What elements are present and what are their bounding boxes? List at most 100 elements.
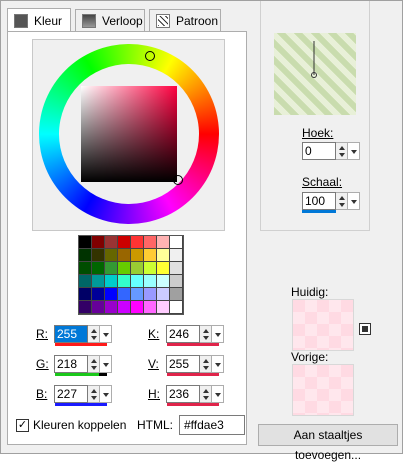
palette-swatch[interactable] xyxy=(170,275,183,288)
palette-swatch[interactable] xyxy=(131,236,144,249)
palette-swatch[interactable] xyxy=(79,262,92,275)
palette-swatch[interactable] xyxy=(118,236,131,249)
v-stepper[interactable] xyxy=(200,355,212,373)
palette-swatch[interactable] xyxy=(105,262,118,275)
palette-swatch[interactable] xyxy=(157,236,170,249)
palette-swatch[interactable] xyxy=(157,262,170,275)
schaal-spinner[interactable]: 100 xyxy=(302,192,360,210)
palette-swatch[interactable] xyxy=(92,236,105,249)
pattern-preview xyxy=(274,33,356,115)
v-value[interactable]: 255 xyxy=(166,355,200,373)
palette-swatch[interactable] xyxy=(92,249,105,262)
palette-swatch[interactable] xyxy=(144,288,157,301)
palette-swatch[interactable] xyxy=(170,301,183,314)
k-label: K: xyxy=(148,327,160,341)
palette-swatch[interactable] xyxy=(131,288,144,301)
html-input[interactable]: #ffdae3 xyxy=(179,415,245,435)
palette-swatch[interactable] xyxy=(79,301,92,314)
palette-swatch[interactable] xyxy=(157,275,170,288)
blue-spinner[interactable]: 227 xyxy=(54,385,112,403)
add-to-swatches-button[interactable]: Aan staaltjes toevoegen... xyxy=(258,424,398,462)
palette-swatch[interactable] xyxy=(118,275,131,288)
h-spinner[interactable]: 236 xyxy=(166,385,224,403)
palette-swatch[interactable] xyxy=(118,301,131,314)
palette-swatch[interactable] xyxy=(131,262,144,275)
palette-swatch[interactable] xyxy=(92,301,105,314)
palette-swatch[interactable] xyxy=(118,262,131,275)
hue-marker[interactable] xyxy=(145,51,155,61)
palette-swatch[interactable] xyxy=(131,249,144,262)
blue-stepper[interactable] xyxy=(88,385,100,403)
palette-swatch[interactable] xyxy=(157,288,170,301)
palette-swatch[interactable] xyxy=(79,249,92,262)
h-stepper[interactable] xyxy=(200,385,212,403)
color-palette[interactable] xyxy=(78,235,184,315)
swap-icon[interactable] xyxy=(359,323,371,335)
palette-swatch[interactable] xyxy=(157,249,170,262)
palette-swatch[interactable] xyxy=(92,262,105,275)
k-spinner[interactable]: 246 xyxy=(166,325,224,343)
palette-swatch[interactable] xyxy=(157,301,170,314)
palette-swatch[interactable] xyxy=(118,249,131,262)
palette-swatch[interactable] xyxy=(105,236,118,249)
palette-swatch[interactable] xyxy=(170,288,183,301)
green-spinner[interactable]: 218 xyxy=(54,355,112,373)
palette-swatch[interactable] xyxy=(79,275,92,288)
schaal-value[interactable]: 100 xyxy=(302,192,336,210)
palette-swatch[interactable] xyxy=(105,275,118,288)
palette-swatch[interactable] xyxy=(92,288,105,301)
palette-swatch[interactable] xyxy=(131,275,144,288)
schaal-dropdown[interactable] xyxy=(348,192,360,210)
palette-swatch[interactable] xyxy=(105,288,118,301)
palette-swatch[interactable] xyxy=(79,236,92,249)
palette-swatch[interactable] xyxy=(105,249,118,262)
v-dropdown[interactable] xyxy=(212,355,224,373)
palette-swatch[interactable] xyxy=(79,288,92,301)
saturation-value-square[interactable] xyxy=(81,86,177,182)
k-dropdown[interactable] xyxy=(212,325,224,343)
h-row: H: 236 xyxy=(148,384,224,404)
green-bar xyxy=(55,373,107,376)
schaal-stepper[interactable] xyxy=(336,192,348,210)
h-bar xyxy=(167,403,219,406)
red-spinner[interactable]: 255 xyxy=(54,325,112,343)
v-spinner[interactable]: 255 xyxy=(166,355,224,373)
palette-swatch[interactable] xyxy=(170,236,183,249)
k-value[interactable]: 246 xyxy=(166,325,200,343)
h-dropdown[interactable] xyxy=(212,385,224,403)
palette-swatch[interactable] xyxy=(144,236,157,249)
red-dropdown[interactable] xyxy=(100,325,112,343)
green-value[interactable]: 218 xyxy=(54,355,88,373)
hoek-value[interactable]: 0 xyxy=(302,142,336,160)
red-value[interactable]: 255 xyxy=(54,325,88,343)
color-picker-area xyxy=(32,39,225,231)
hoek-spinner[interactable]: 0 xyxy=(302,142,360,160)
palette-swatch[interactable] xyxy=(144,262,157,275)
palette-swatch[interactable] xyxy=(118,288,131,301)
palette-swatch[interactable] xyxy=(170,249,183,262)
palette-swatch[interactable] xyxy=(92,275,105,288)
k-stepper[interactable] xyxy=(200,325,212,343)
tab-kleur[interactable]: Kleur xyxy=(7,8,71,32)
red-stepper[interactable] xyxy=(88,325,100,343)
v-row: V: 255 xyxy=(148,354,224,374)
saturation-marker[interactable] xyxy=(173,175,183,185)
blue-dropdown[interactable] xyxy=(100,385,112,403)
palette-swatch[interactable] xyxy=(144,275,157,288)
green-stepper[interactable] xyxy=(88,355,100,373)
tab-verloop[interactable]: Verloop xyxy=(75,9,145,31)
palette-swatch[interactable] xyxy=(170,262,183,275)
green-dropdown[interactable] xyxy=(100,355,112,373)
palette-swatch[interactable] xyxy=(144,301,157,314)
gradient-tab-icon xyxy=(82,13,96,28)
link-colors-checkbox[interactable]: ✓ xyxy=(16,418,29,432)
palette-swatch[interactable] xyxy=(105,301,118,314)
hoek-stepper[interactable] xyxy=(336,142,348,160)
hue-wheel[interactable] xyxy=(39,44,219,224)
blue-value[interactable]: 227 xyxy=(54,385,88,403)
palette-swatch[interactable] xyxy=(131,301,144,314)
tab-patroon[interactable]: Patroon xyxy=(149,9,221,31)
hoek-dropdown[interactable] xyxy=(348,142,360,160)
palette-swatch[interactable] xyxy=(144,249,157,262)
h-value[interactable]: 236 xyxy=(166,385,200,403)
